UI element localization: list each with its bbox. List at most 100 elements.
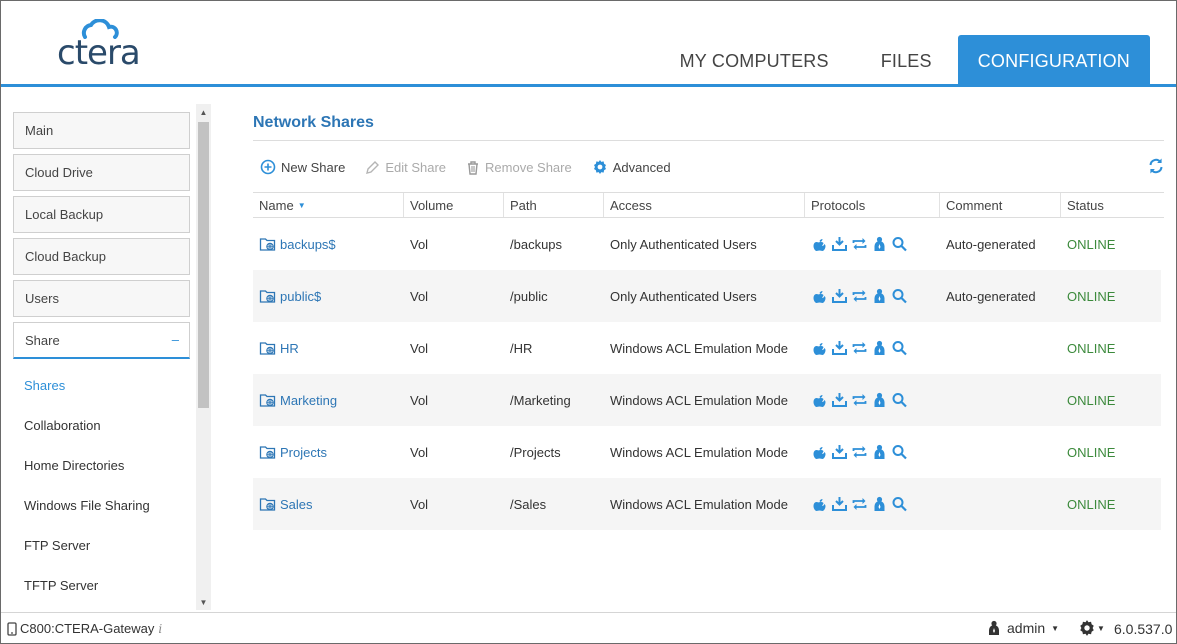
column-header-volume[interactable]: Volume <box>404 193 504 217</box>
new-share-button[interactable]: New Share <box>260 159 345 175</box>
logo-text: ctera <box>57 33 141 73</box>
share-volume: Vol <box>410 288 429 304</box>
info-icon[interactable]: i <box>158 622 162 636</box>
share-protocols <box>805 288 940 304</box>
advanced-button[interactable]: Advanced <box>592 159 671 175</box>
share-volume: Vol <box>410 340 429 356</box>
share-protocols <box>805 496 940 512</box>
share-volume: Vol <box>410 236 429 252</box>
refresh-button[interactable] <box>1147 157 1165 178</box>
shared-folder-icon <box>259 394 276 407</box>
share-path: /Projects <box>510 444 561 460</box>
scroll-thumb[interactable] <box>198 122 209 408</box>
share-access: Only Authenticated Users <box>610 288 757 304</box>
sidebar-sub-shares[interactable]: Shares <box>24 378 65 393</box>
share-name-link[interactable]: HR <box>253 340 404 356</box>
share-name-link[interactable]: Marketing <box>253 392 404 408</box>
column-header-name[interactable]: Name ▼ <box>253 193 404 217</box>
sidebar: Main Cloud Drive Local Backup Cloud Back… <box>1 104 211 610</box>
share-name-link[interactable]: public$ <box>253 288 404 304</box>
sidebar-item-main[interactable]: Main <box>13 112 190 149</box>
user-icon <box>989 620 999 635</box>
column-header-protocols[interactable]: Protocols <box>805 193 940 217</box>
column-header-path[interactable]: Path <box>504 193 604 217</box>
column-header-access[interactable]: Access <box>604 193 805 217</box>
sidebar-scrollbar[interactable]: ▲ ▼ <box>196 104 211 610</box>
user-menu[interactable]: admin ▼ <box>987 620 1059 636</box>
sidebar-sub-ftp-server[interactable]: FTP Server <box>24 538 90 553</box>
gear-icon <box>593 160 606 174</box>
share-name: Sales <box>280 496 313 512</box>
edit-share-button[interactable]: Edit Share <box>365 160 446 175</box>
version-label: 6.0.537.0 <box>1114 621 1173 637</box>
tab-my-computers[interactable]: MY COMPUTERS <box>654 35 855 87</box>
share-comment: Auto-generated <box>946 236 1036 252</box>
tab-configuration[interactable]: CONFIGURATION <box>957 35 1150 87</box>
share-name-link[interactable]: Projects <box>253 444 404 460</box>
ctera-logo: ctera <box>57 19 157 73</box>
table-row[interactable]: backups$ Vol/backups Only Authenticated Us… <box>253 218 1161 270</box>
scroll-up-arrow-icon[interactable]: ▲ <box>196 106 211 120</box>
share-name: backups$ <box>280 236 336 252</box>
share-comment: Auto-generated <box>946 288 1036 304</box>
shared-folder-icon <box>259 342 276 355</box>
sidebar-item-users[interactable]: Users <box>13 280 190 317</box>
scroll-down-arrow-icon[interactable]: ▼ <box>196 596 211 610</box>
share-path: /backups <box>510 236 563 252</box>
status-bar: C800:CTERA-Gateway i admin ▼ ▼ 6.0.537.0 <box>1 612 1176 643</box>
sidebar-sub-windows-file-sharing[interactable]: Windows File Sharing <box>24 498 150 513</box>
shared-folder-icon <box>259 446 276 459</box>
share-name: HR <box>280 340 299 356</box>
sidebar-item-local-backup[interactable]: Local Backup <box>13 196 190 233</box>
sidebar-sub-home-directories[interactable]: Home Directories <box>24 458 124 473</box>
status-badge: ONLINE <box>1067 236 1116 252</box>
table-row[interactable]: HR Vol/HR Windows ACL Emulation Mode ONLINE <box>253 322 1161 374</box>
user-icon <box>874 236 885 251</box>
user-icon <box>874 496 885 511</box>
table-row[interactable]: public$ Vol/public Only Authenticated User… <box>253 270 1161 322</box>
share-name-link[interactable]: Sales <box>253 496 404 512</box>
sidebar-item-cloud-drive[interactable]: Cloud Drive <box>13 154 190 191</box>
tab-files[interactable]: FILES <box>855 35 958 87</box>
page-title: Network Shares <box>253 114 374 131</box>
table-row[interactable]: Marketing Vol/Marketing Windows ACL Emulat… <box>253 374 1161 426</box>
shared-folder-icon <box>259 290 276 303</box>
share-protocols <box>805 340 940 356</box>
refresh-icon <box>1149 158 1163 174</box>
divider <box>253 140 1164 141</box>
column-header-comment[interactable]: Comment <box>940 193 1061 217</box>
remove-share-button[interactable]: Remove Share <box>466 160 572 175</box>
share-name-link[interactable]: backups$ <box>253 236 404 252</box>
status-badge: ONLINE <box>1067 444 1116 460</box>
user-icon <box>874 392 885 407</box>
device-name: C800:CTERA-Gateway <box>20 621 155 636</box>
status-badge: ONLINE <box>1067 392 1116 408</box>
share-path: /HR <box>510 340 533 356</box>
sidebar-item-cloud-backup[interactable]: Cloud Backup <box>13 238 190 275</box>
share-protocols <box>805 236 940 252</box>
download-icon <box>832 393 847 407</box>
sidebar-sub-tftp-server[interactable]: TFTP Server <box>24 578 98 593</box>
search-icon <box>892 237 907 252</box>
table-row[interactable]: Projects Vol/Projects Windows ACL Emulatio… <box>253 426 1161 478</box>
collapse-icon[interactable]: – <box>172 332 179 347</box>
apple-icon <box>813 395 826 407</box>
table-row[interactable]: Sales Vol/Sales Windows ACL Emulation Mode… <box>253 478 1161 530</box>
shared-folder-icon <box>259 498 276 511</box>
remove-share-label: Remove Share <box>485 159 572 175</box>
new-share-label: New Share <box>281 159 346 175</box>
share-path: /Sales <box>510 496 547 512</box>
sync-icon <box>852 394 867 406</box>
edit-share-label: Edit Share <box>385 159 447 175</box>
toolbar: New Share Edit Share Remove Share Advanc… <box>260 157 691 177</box>
share-path: /Marketing <box>510 392 571 408</box>
column-header-status[interactable]: Status <box>1061 193 1161 217</box>
share-name: public$ <box>280 288 322 304</box>
sync-icon <box>852 238 867 250</box>
sidebar-item-share[interactable]: Share – <box>13 322 190 359</box>
table-header: Name ▼ Volume Path Access Protocols Comme… <box>253 192 1164 218</box>
download-icon <box>832 289 847 303</box>
settings-menu[interactable]: ▼ <box>1078 619 1105 637</box>
search-icon <box>892 341 907 356</box>
sidebar-sub-collaboration[interactable]: Collaboration <box>24 418 101 433</box>
